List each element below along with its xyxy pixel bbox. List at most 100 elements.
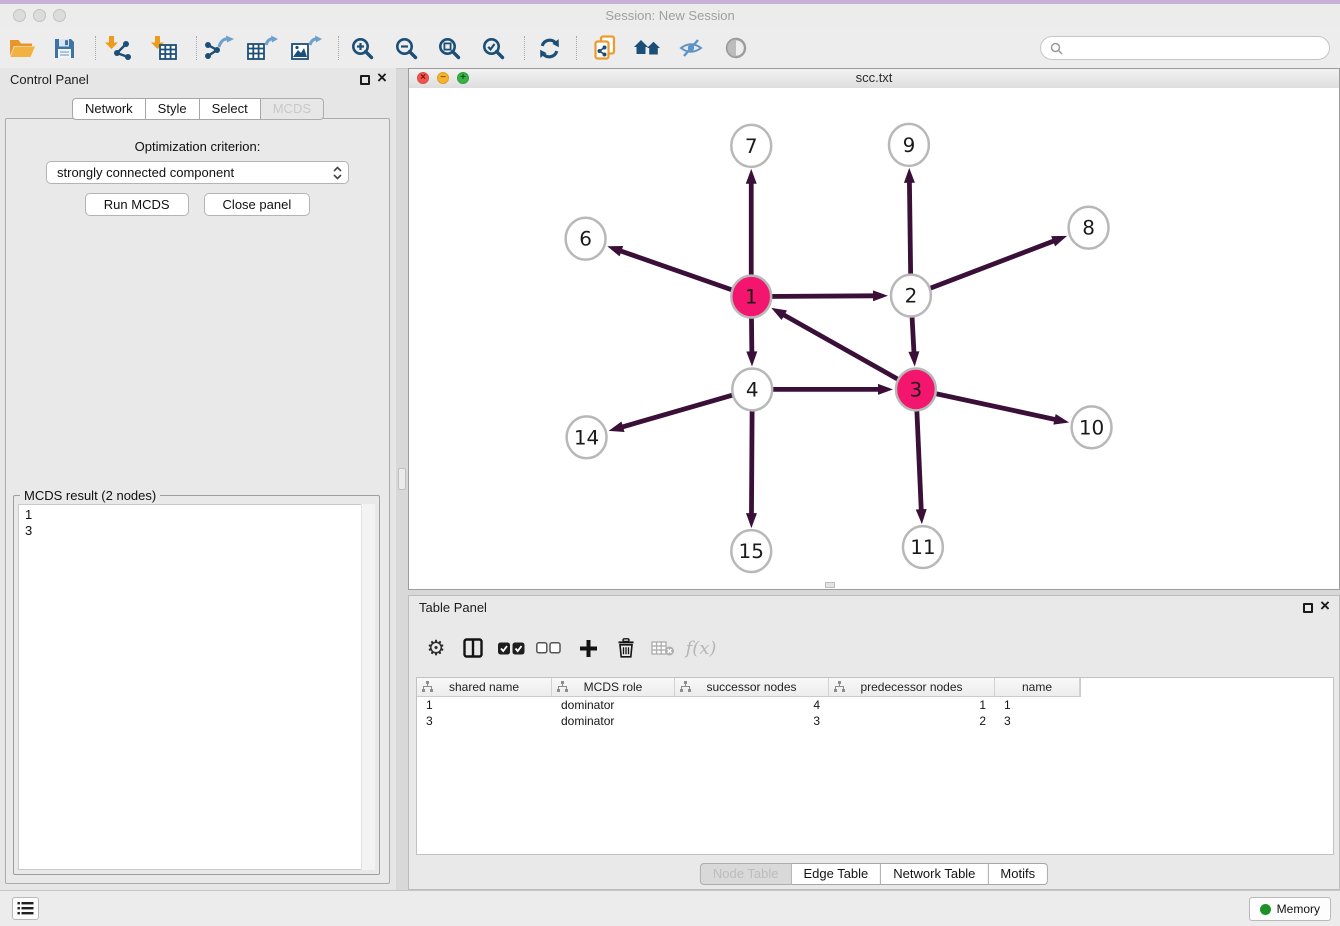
minimize-window-button[interactable]: [33, 9, 46, 22]
application-window: Session: New Session: [0, 0, 1340, 926]
deselect-all-columns-button[interactable]: [532, 632, 564, 664]
zoom-window-button[interactable]: [53, 9, 66, 22]
mcds-result-text[interactable]: 1 3: [18, 504, 375, 870]
close-window-button[interactable]: [13, 9, 26, 22]
maximize-view-button[interactable]: +: [457, 72, 469, 84]
close-panel-button[interactable]: Close panel: [204, 193, 311, 216]
float-table-panel-icon[interactable]: [1303, 603, 1313, 613]
graph-node-4[interactable]: 4: [732, 368, 772, 410]
tab-select[interactable]: Select: [200, 98, 261, 120]
table-settings-button[interactable]: ⚙: [420, 632, 452, 664]
titlebar: Session: New Session: [0, 4, 1340, 28]
column-header-shared-name[interactable]: shared name: [417, 678, 552, 696]
first-neighbors-button[interactable]: [631, 33, 665, 63]
search-field[interactable]: [1040, 36, 1330, 60]
float-panel-icon[interactable]: [360, 75, 370, 85]
table-row[interactable]: 1dominator411: [417, 697, 1333, 713]
import-table-button[interactable]: [147, 33, 181, 63]
memory-status-dot: [1260, 904, 1271, 915]
refresh-button[interactable]: [532, 33, 566, 63]
graph-node-10[interactable]: 10: [1072, 406, 1112, 448]
graph-node-1[interactable]: 1: [731, 276, 771, 318]
graph-node-15[interactable]: 15: [731, 530, 771, 572]
graph-node-9[interactable]: 9: [889, 124, 929, 166]
table-cell-successor-nodes: 4: [675, 697, 829, 713]
graph-node-7[interactable]: 7: [731, 125, 771, 167]
network-view-window: × − + scc.txt 7 9 6 8 1 2 4 3 14 10 15 11: [408, 68, 1340, 590]
close-table-panel-icon[interactable]: ×: [1320, 596, 1330, 616]
graph-node-label: 7: [745, 134, 758, 158]
export-table-button[interactable]: [245, 33, 279, 63]
save-icon: [53, 37, 76, 60]
import-table-icon: [150, 35, 178, 61]
show-graphics-details-button[interactable]: [719, 33, 753, 63]
status-bar: Memory: [0, 890, 1340, 926]
tab-mcds[interactable]: MCDS: [261, 98, 324, 120]
column-header-mcds-role[interactable]: MCDS role: [552, 678, 675, 696]
graph-node-6[interactable]: 6: [566, 218, 606, 260]
graph-node-3[interactable]: 3: [896, 368, 936, 410]
export-image-button[interactable]: [289, 33, 323, 63]
graph-node-2[interactable]: 2: [891, 275, 931, 317]
search-input[interactable]: [1068, 40, 1320, 57]
tab-style[interactable]: Style: [146, 98, 200, 120]
clone-network-button[interactable]: [589, 33, 623, 63]
delete-table-button[interactable]: [647, 632, 679, 664]
column-header-label: shared name: [449, 680, 519, 694]
graph-edge-3-1[interactable]: [771, 308, 916, 390]
import-network-button[interactable]: [101, 33, 135, 63]
graph-node-11[interactable]: 11: [903, 526, 943, 568]
column-type-icon: [680, 681, 691, 692]
window-controls: [13, 9, 66, 22]
delete-column-button[interactable]: [610, 632, 642, 664]
task-history-button[interactable]: [12, 897, 39, 920]
table-tab-network-table[interactable]: Network Table: [881, 863, 988, 885]
save-session-button[interactable]: [47, 33, 81, 63]
hide-selected-button[interactable]: [674, 33, 708, 63]
export-table-icon: [247, 35, 278, 61]
eye-icon: [725, 37, 747, 59]
network-window-titlebar: × − + scc.txt: [409, 69, 1339, 89]
trash-icon: [617, 638, 635, 658]
graph-node-8[interactable]: 8: [1069, 207, 1109, 249]
column-header-successor-nodes[interactable]: successor nodes: [675, 678, 829, 696]
optimization-criterion-select[interactable]: strongly connected component: [46, 161, 349, 184]
column-header-predecessor-nodes[interactable]: predecessor nodes: [829, 678, 995, 696]
zoom-out-button[interactable]: [389, 33, 423, 63]
show-columns-button[interactable]: [457, 632, 489, 664]
column-header-label: predecessor nodes: [860, 680, 962, 694]
toolbar-separator: [196, 36, 197, 60]
graph-edge-3-10[interactable]: [916, 389, 1069, 424]
table-cell-predecessor-nodes: 1: [829, 697, 995, 713]
minimize-view-button[interactable]: −: [437, 72, 449, 84]
function-builder-button[interactable]: f(x): [685, 632, 717, 664]
combo-stepper-icon: [333, 166, 342, 180]
network-canvas[interactable]: 7 9 6 8 1 2 4 3 14 10 15 11: [409, 88, 1339, 589]
run-mcds-button[interactable]: Run MCDS: [85, 193, 189, 216]
zoom-selected-button[interactable]: [476, 33, 510, 63]
create-column-button[interactable]: [572, 632, 604, 664]
canvas-splitter-handle[interactable]: [825, 582, 835, 588]
table-row[interactable]: 3dominator323: [417, 713, 1333, 729]
close-panel-icon[interactable]: ×: [377, 68, 387, 88]
tab-network[interactable]: Network: [72, 98, 146, 120]
memory-button[interactable]: Memory: [1249, 897, 1331, 921]
graph-edge-1-6[interactable]: [607, 246, 751, 297]
column-header-name[interactable]: name: [995, 678, 1080, 696]
export-network-icon: [203, 35, 234, 61]
result-scrollbar[interactable]: [361, 504, 375, 870]
close-view-button[interactable]: ×: [417, 72, 429, 84]
uncheck-all-icon: [536, 642, 561, 654]
panel-splitter-handle[interactable]: [398, 468, 406, 490]
graph-edge-2-8[interactable]: [911, 236, 1067, 296]
export-network-button[interactable]: [201, 33, 235, 63]
select-all-columns-button[interactable]: [495, 632, 527, 664]
zoom-in-button[interactable]: [345, 33, 379, 63]
zoom-fit-button[interactable]: [432, 33, 466, 63]
table-tab-node-table[interactable]: Node Table: [700, 863, 792, 885]
open-session-button[interactable]: [5, 33, 39, 63]
graph-edge-4-14[interactable]: [609, 389, 753, 432]
table-tab-edge-table[interactable]: Edge Table: [791, 863, 881, 885]
table-tab-motifs[interactable]: Motifs: [988, 863, 1048, 885]
graph-node-14[interactable]: 14: [567, 416, 607, 458]
